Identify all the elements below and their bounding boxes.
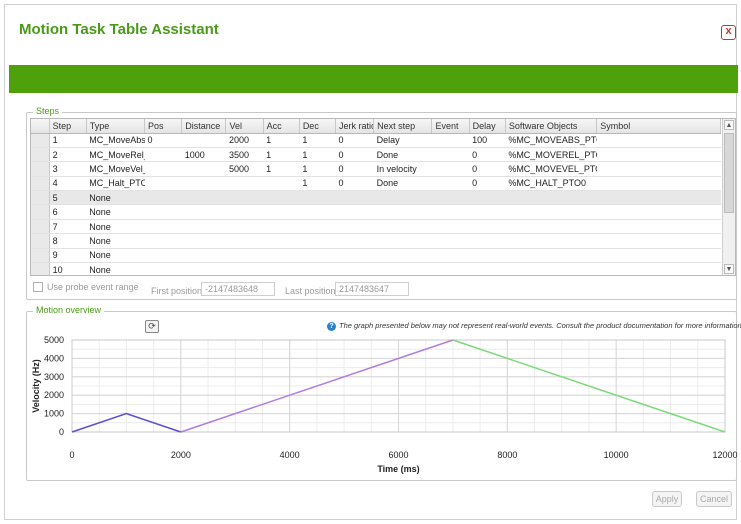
velocity-chart: 0 2000 4000 6000 8000 10000 12000 0 1000 2000 3000… [31, 335, 738, 474]
x-tick-label: 2000 [171, 450, 191, 460]
y-tick-label: 4000 [44, 353, 64, 363]
x-axis-label: Time (ms) [377, 464, 419, 474]
x-tick-label: 4000 [280, 450, 300, 460]
x-tick-label: 8000 [497, 450, 517, 460]
y-tick-label: 3000 [44, 372, 64, 382]
y-tick-label: 5000 [44, 335, 64, 345]
y-tick-label: 0 [59, 427, 64, 437]
cancel-button[interactable]: Cancel [696, 491, 732, 507]
x-tick-label: 6000 [388, 450, 408, 460]
x-tick-label: 10000 [604, 450, 629, 460]
y-axis-label: Velocity (Hz) [31, 359, 41, 413]
apply-button[interactable]: Apply [652, 491, 682, 507]
x-tick-label: 12000 [712, 450, 737, 460]
y-tick-label: 1000 [44, 409, 64, 419]
x-tick-label: 0 [69, 450, 74, 460]
y-tick-label: 2000 [44, 390, 64, 400]
